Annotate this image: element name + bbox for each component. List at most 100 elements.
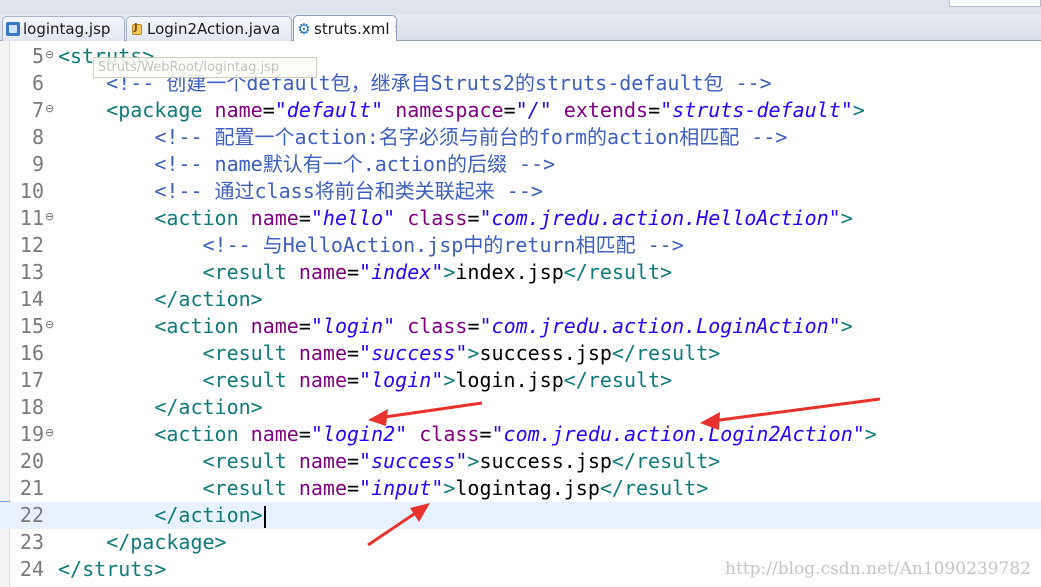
- close-icon[interactable]: ×: [394, 22, 397, 36]
- code-token-attr: name: [214, 98, 263, 122]
- tab-label: struts.xml: [314, 19, 390, 38]
- line-number: 18: [19, 395, 44, 419]
- code-line[interactable]: 17 <result name="login">login.jsp</resul…: [0, 367, 1041, 394]
- code-token-attr: name: [298, 341, 347, 365]
- code-token-txt: success.jsp: [479, 449, 612, 473]
- tab-login2action-java[interactable]: Login2Action.java: [126, 16, 292, 41]
- code-token-val: "input": [359, 476, 444, 500]
- line-number: 21: [19, 476, 44, 500]
- line-number: 11: [19, 206, 44, 230]
- code-token-val: "hello": [310, 206, 396, 230]
- code-token-tag: <action: [154, 314, 251, 338]
- code-token-val: "login2": [310, 422, 408, 446]
- code-line[interactable]: 21 <result name="input">logintag.jsp</re…: [0, 475, 1041, 502]
- line-number: 16: [19, 341, 44, 365]
- code-text: </struts>: [58, 556, 166, 583]
- quick-access-input[interactable]: [949, 0, 1041, 7]
- code-line[interactable]: 20 <result name="success">success.jsp</r…: [0, 448, 1041, 475]
- fold-toggle-icon[interactable]: ⊖: [45, 49, 54, 60]
- code-line[interactable]: 22 </action>: [0, 502, 1041, 529]
- fold-toggle-icon[interactable]: ⊖: [45, 319, 54, 330]
- code-token-tag: </result>: [563, 368, 673, 392]
- code-text: <result name="login">login.jsp</result>: [58, 367, 673, 394]
- code-token-tag: >: [840, 206, 853, 230]
- code-token-txt: =: [347, 368, 360, 392]
- code-token-tag: </struts>: [58, 557, 167, 581]
- code-token-tag: </result>: [611, 449, 721, 473]
- code-token-val: "index": [359, 260, 444, 284]
- code-token-txt: =: [467, 314, 480, 338]
- code-token-val: "struts-default": [660, 98, 853, 122]
- line-number: 20: [19, 449, 44, 473]
- code-token-tag: >: [840, 314, 853, 338]
- code-token-tag: </action>: [154, 287, 263, 311]
- code-token-cmt: <!-- name默认有一个.action的后缀 -->: [154, 152, 556, 176]
- java-file-icon: [130, 22, 144, 36]
- code-line[interactable]: 19 ⊖ <action name="login2" class="com.jre…: [0, 421, 1041, 448]
- top-toolbar-strip: [0, 0, 1041, 14]
- xml-gear-icon: ⚙: [297, 19, 311, 38]
- code-text: <!-- 配置一个action:名字必须与前台的form的action相匹配 -…: [58, 124, 787, 151]
- code-text: </package>: [58, 529, 227, 556]
- line-number: 7: [31, 98, 44, 122]
- code-token-attr: class: [407, 314, 468, 338]
- code-line[interactable]: 16 <result name="success">success.jsp</r…: [0, 340, 1041, 367]
- fold-toggle-icon[interactable]: ⊖: [45, 427, 54, 438]
- code-token-tag: >: [443, 368, 456, 392]
- code-line[interactable]: 12 <!-- 与HelloAction.jsp中的return相匹配 -->: [0, 232, 1041, 259]
- line-number: 13: [19, 260, 44, 284]
- line-number: 22: [19, 503, 44, 527]
- tab-label: logintag.jsp: [23, 20, 111, 38]
- code-token-tag: </result>: [563, 260, 673, 284]
- fold-toggle-icon[interactable]: ⊖: [45, 103, 54, 114]
- code-token-cmt: <!-- 通过class将前台和类关联起来 -->: [154, 179, 543, 203]
- tab-logintag-jsp[interactable]: logintag.jsp: [2, 16, 125, 41]
- code-line[interactable]: 15 ⊖ <action name="login" class="com.jred…: [0, 313, 1041, 340]
- code-token-attr: name: [250, 422, 299, 446]
- code-line[interactable]: 8 <!-- 配置一个action:名字必须与前台的form的action相匹配…: [0, 124, 1041, 151]
- code-token-txt: success.jsp: [479, 341, 612, 365]
- code-text: <result name="index">index.jsp</result>: [58, 259, 673, 286]
- file-path-tooltip: Struts/WebRoot/logintag.jsp: [93, 57, 317, 78]
- line-number: 24: [19, 557, 44, 581]
- code-token-tag: >: [864, 422, 877, 446]
- code-token-txt: =: [262, 98, 275, 122]
- code-line[interactable]: 10 <!-- 通过class将前台和类关联起来 -->: [0, 178, 1041, 205]
- code-token-val: "success": [359, 449, 468, 473]
- code-token-attr: namespace: [395, 98, 504, 122]
- code-line[interactable]: 13 <result name="index">index.jsp</resul…: [0, 259, 1041, 286]
- watermark: http://blog.csdn.net/An1090239782: [725, 559, 1031, 579]
- code-token-val: "/": [515, 98, 552, 122]
- code-line[interactable]: 9 <!-- name默认有一个.action的后缀 -->: [0, 151, 1041, 178]
- code-line[interactable]: 23 </package>: [0, 529, 1041, 556]
- code-token-attr: name: [298, 368, 347, 392]
- code-token-val: "login": [310, 314, 396, 338]
- jsp-file-icon: [6, 22, 20, 36]
- code-token-txt: =: [347, 341, 360, 365]
- code-line[interactable]: 7 ⊖ <package name="default" namespace="/"…: [0, 97, 1041, 124]
- code-line[interactable]: 11 ⊖ <action name="hello" class="com.jred…: [0, 205, 1041, 232]
- code-editor[interactable]: 5 ⊖ <struts> 6 <!-- 创建一个default包，继承自Struts2…: [0, 41, 1041, 587]
- code-token-tag: </action>: [154, 395, 263, 419]
- code-token-txt: =: [298, 422, 311, 446]
- code-token-txt: =: [298, 314, 311, 338]
- code-line[interactable]: 14 </action>: [0, 286, 1041, 313]
- code-token-txt: =: [503, 98, 516, 122]
- line-number: 15: [19, 314, 44, 338]
- code-text: <!-- 与HelloAction.jsp中的return相匹配 -->: [58, 232, 684, 259]
- code-token-tag: </package>: [106, 530, 227, 554]
- tab-struts-xml[interactable]: ⚙ struts.xml ×: [293, 15, 397, 41]
- fold-toggle-icon[interactable]: ⊖: [45, 211, 54, 222]
- code-text: </action>: [58, 502, 266, 529]
- code-line[interactable]: 18 </action>: [0, 394, 1041, 421]
- line-number: 12: [19, 233, 44, 257]
